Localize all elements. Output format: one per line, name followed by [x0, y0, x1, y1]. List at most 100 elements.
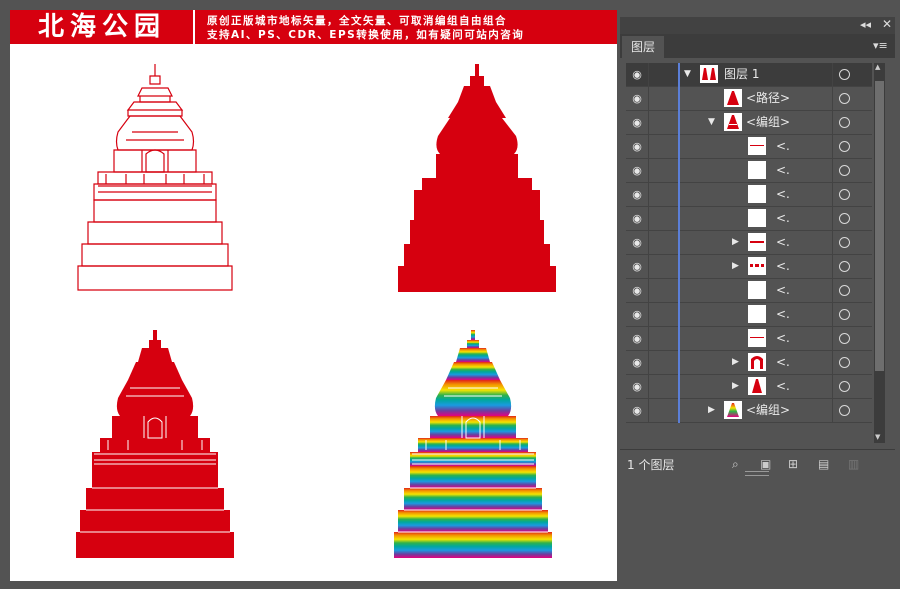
- close-x-icon[interactable]: ✕: [882, 17, 892, 31]
- visibility-eye-icon[interactable]: ◉: [628, 159, 646, 182]
- panel-menu-icon[interactable]: ▾≡: [873, 39, 888, 52]
- column-divider: [648, 111, 649, 134]
- layer-row-subitem[interactable]: ◉ <.: [626, 303, 872, 327]
- column-divider: [832, 399, 833, 422]
- column-divider: [648, 63, 649, 86]
- column-divider: [832, 351, 833, 374]
- layer-row-subgroup[interactable]: ◉ ▶ <.: [626, 351, 872, 375]
- target-circle-icon[interactable]: [839, 381, 850, 392]
- expand-triangle-icon[interactable]: ▼: [684, 63, 691, 86]
- locate-object-icon[interactable]: ⌕: [732, 457, 739, 472]
- layer-color-bar: [678, 255, 680, 279]
- layer-row-layer-1[interactable]: ◉ ▼ 图层 1: [626, 63, 872, 87]
- column-divider: [648, 135, 649, 158]
- layer-row-subgroup[interactable]: ◉ ▶ <.: [626, 231, 872, 255]
- target-circle-icon[interactable]: [839, 117, 850, 128]
- target-circle-icon[interactable]: [839, 333, 850, 344]
- column-divider: [832, 375, 833, 398]
- layer-row-group[interactable]: ◉ ▼ <编组>: [626, 111, 872, 135]
- column-divider: [832, 279, 833, 302]
- column-divider: [832, 159, 833, 182]
- layer-color-bar: [678, 375, 680, 399]
- visibility-eye-icon[interactable]: ◉: [628, 255, 646, 278]
- target-circle-icon[interactable]: [839, 141, 850, 152]
- expand-triangle-icon[interactable]: ▶: [732, 351, 739, 374]
- target-circle-icon[interactable]: [839, 285, 850, 296]
- tab-layers[interactable]: 图层: [622, 36, 664, 58]
- layer-row-subitem[interactable]: ◉ <.: [626, 159, 872, 183]
- visibility-eye-icon[interactable]: ◉: [628, 207, 646, 230]
- rainbow-gradient-stupa[interactable]: [388, 328, 558, 560]
- double-chevron-left-icon[interactable]: ◂◂: [860, 18, 871, 31]
- target-circle-icon[interactable]: [839, 213, 850, 224]
- delete-icon[interactable]: ▥: [848, 457, 859, 471]
- layers-scrollbar[interactable]: ▲ ▼: [874, 63, 885, 443]
- visibility-eye-icon[interactable]: ◉: [628, 63, 646, 86]
- visibility-eye-icon[interactable]: ◉: [628, 351, 646, 374]
- column-divider: [832, 231, 833, 254]
- visibility-eye-icon[interactable]: ◉: [628, 327, 646, 350]
- visibility-eye-icon[interactable]: ◉: [628, 183, 646, 206]
- column-divider: [832, 111, 833, 134]
- target-circle-icon[interactable]: [839, 261, 850, 272]
- target-circle-icon[interactable]: [839, 237, 850, 248]
- red-silhouette-stupa[interactable]: [392, 62, 562, 294]
- scrollbar-thumb[interactable]: [875, 81, 884, 371]
- expand-triangle-icon[interactable]: ▶: [732, 255, 739, 278]
- column-divider: [832, 327, 833, 350]
- make-clipping-mask-icon[interactable]: ▣: [760, 457, 771, 471]
- panel-title-bar[interactable]: ◂◂ ✕: [620, 17, 895, 34]
- column-divider: [648, 375, 649, 398]
- visibility-eye-icon[interactable]: ◉: [628, 231, 646, 254]
- red-outline-stupa[interactable]: [70, 62, 240, 294]
- target-circle-icon[interactable]: [839, 357, 850, 368]
- layer-color-bar: [678, 351, 680, 375]
- scroll-down-arrow-icon[interactable]: ▼: [875, 433, 880, 441]
- layer-row-subitem[interactable]: ◉ <.: [626, 135, 872, 159]
- target-circle-icon[interactable]: [839, 165, 850, 176]
- layer-row-path[interactable]: ◉ <路径>: [626, 87, 872, 111]
- visibility-eye-icon[interactable]: ◉: [628, 399, 646, 422]
- layer-name: <.: [776, 379, 790, 393]
- target-circle-icon[interactable]: [839, 405, 850, 416]
- visibility-eye-icon[interactable]: ◉: [628, 111, 646, 134]
- expand-triangle-icon[interactable]: ▶: [732, 231, 739, 254]
- red-detailed-stupa[interactable]: [70, 328, 240, 560]
- target-circle-icon[interactable]: [839, 69, 850, 80]
- visibility-eye-icon[interactable]: ◉: [628, 135, 646, 158]
- layer-row-subitem[interactable]: ◉ <.: [626, 279, 872, 303]
- layer-row-subitem[interactable]: ◉ <.: [626, 183, 872, 207]
- banner-description-line-1: 原创正版城市地标矢量，全文矢量、可取消编组自由组合: [207, 15, 507, 27]
- layer-row-subitem[interactable]: ◉ <.: [626, 327, 872, 351]
- artboard[interactable]: 北海公园 原创正版城市地标矢量，全文矢量、可取消编组自由组合 支持AI、PS、C…: [10, 10, 617, 581]
- scroll-up-arrow-icon[interactable]: ▲: [875, 63, 880, 71]
- banner-title: 北海公园: [38, 12, 167, 42]
- expand-triangle-icon[interactable]: ▼: [708, 111, 715, 134]
- column-divider: [648, 303, 649, 326]
- expand-triangle-icon[interactable]: ▶: [708, 399, 715, 422]
- layer-color-bar: [678, 279, 680, 303]
- layer-name: 图层 1: [724, 67, 760, 81]
- new-sublayer-icon[interactable]: ⊞: [788, 457, 798, 471]
- target-circle-icon[interactable]: [839, 93, 850, 104]
- target-circle-icon[interactable]: [839, 189, 850, 200]
- title-banner: 北海公园 原创正版城市地标矢量，全文矢量、可取消编组自由组合 支持AI、PS、C…: [10, 10, 617, 44]
- layer-name: <.: [776, 139, 790, 153]
- layer-color-bar: [678, 327, 680, 351]
- layer-color-bar: [678, 183, 680, 207]
- visibility-eye-icon[interactable]: ◉: [628, 279, 646, 302]
- visibility-eye-icon[interactable]: ◉: [628, 375, 646, 398]
- visibility-eye-icon[interactable]: ◉: [628, 87, 646, 110]
- layer-row-subgroup[interactable]: ◉ ▶ <.: [626, 255, 872, 279]
- new-layer-icon[interactable]: ▤: [818, 457, 829, 471]
- layer-row-group[interactable]: ◉ ▶ <编组>: [626, 399, 872, 423]
- banner-divider: [193, 10, 195, 44]
- layer-row-subgroup[interactable]: ◉ ▶ <.: [626, 375, 872, 399]
- layer-name: <.: [776, 187, 790, 201]
- expand-triangle-icon[interactable]: ▶: [732, 375, 739, 398]
- column-divider: [648, 327, 649, 350]
- target-circle-icon[interactable]: [839, 309, 850, 320]
- panel-resize-grip[interactable]: [745, 471, 769, 476]
- layer-row-subitem[interactable]: ◉ <.: [626, 207, 872, 231]
- visibility-eye-icon[interactable]: ◉: [628, 303, 646, 326]
